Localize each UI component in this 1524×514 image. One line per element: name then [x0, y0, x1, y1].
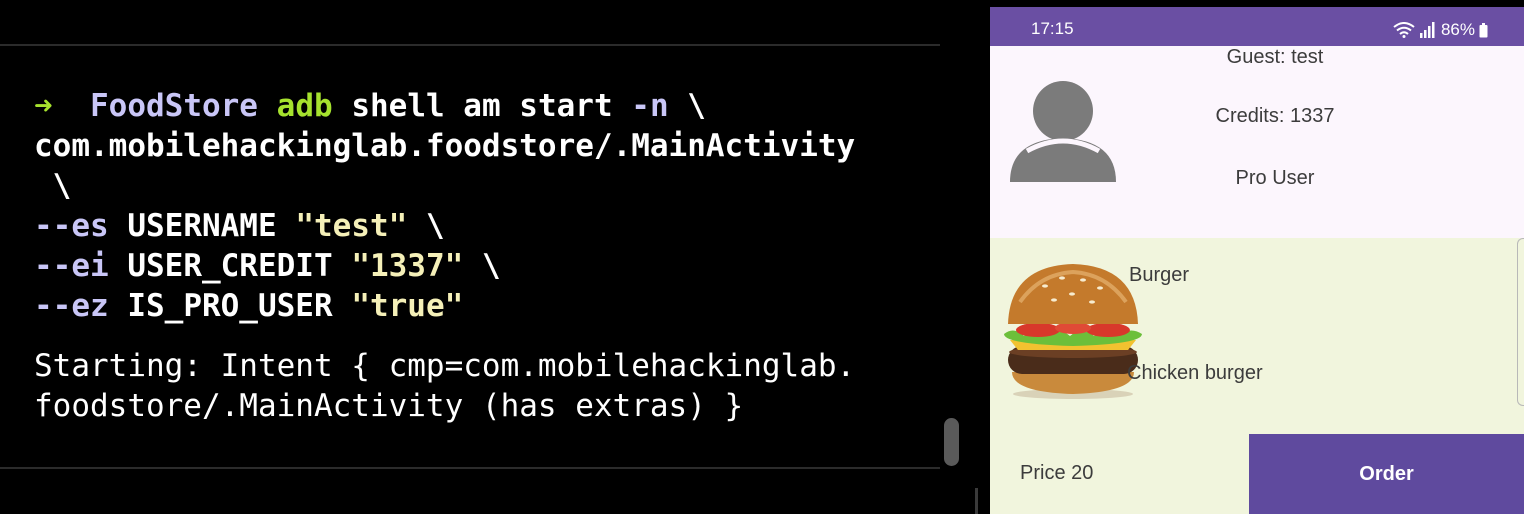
terminal-pane[interactable]: ➜ FoodStore adb shell am start -n \ com.… [0, 0, 963, 514]
extra-flag: --ei [34, 248, 109, 284]
battery-percentage: 86% [1440, 20, 1475, 39]
extra-key: USERNAME [127, 208, 277, 244]
food-list-item[interactable]: Burger Chicken burger [990, 238, 1524, 434]
command-name: adb [276, 88, 333, 124]
prompt-cwd: FoodStore [90, 88, 258, 124]
extra-value: "1337" [351, 248, 464, 284]
command-line-1: ➜ FoodStore adb shell am start -n \ [34, 86, 706, 126]
command-line-5: --ei USER_CREDIT "1337" \ [34, 246, 501, 286]
profile-header: Guest: test Credits: 1337 Pro User [990, 46, 1524, 238]
divider-handle[interactable] [975, 488, 978, 514]
burger-image [1004, 264, 1142, 399]
command-flag-n: -n [631, 88, 669, 124]
avatar-icon [1010, 81, 1116, 182]
command-line-6: --ez IS_PRO_USER "true" [34, 286, 463, 326]
credits-label: Credits: 1337 [1215, 105, 1335, 127]
pane-divider[interactable] [963, 0, 990, 514]
component-name: com.mobilehackinglab.foodstore/.MainActi… [34, 128, 856, 164]
phone-screen: 17:15 86% Guest: test Credits: 1337 Pro … [990, 7, 1524, 514]
status-icons: 86% [1393, 20, 1488, 40]
status-bar: 17:15 86% [990, 7, 1524, 46]
status-time: 17:15 [1031, 19, 1074, 38]
line-continuation: \ [34, 168, 72, 204]
command-line-2: com.mobilehackinglab.foodstore/.MainActi… [34, 126, 855, 166]
terminal-divider-bottom [0, 467, 940, 469]
extra-key: IS_PRO_USER [127, 288, 333, 324]
price-label: Price 20 [1020, 462, 1094, 484]
line-continuation: \ [481, 248, 501, 284]
line-continuation: \ [425, 208, 445, 244]
order-button[interactable]: Order [1249, 434, 1524, 514]
food-name: Burger [1129, 264, 1190, 286]
extra-flag: --ez [34, 288, 109, 324]
food-description: Chicken burger [1127, 362, 1263, 384]
terminal-divider-top [0, 44, 940, 46]
command-line-3: \ [34, 166, 72, 206]
line-continuation: \ [687, 88, 706, 124]
extra-value: "test" [295, 208, 408, 244]
extra-key: USER_CREDIT [127, 248, 333, 284]
extra-flag: --es [34, 208, 109, 244]
prompt-arrow-icon: ➜ [34, 88, 53, 124]
pro-user-label: Pro User [1235, 167, 1315, 189]
guest-label: Guest: test [1226, 46, 1324, 68]
output-line-2: foodstore/.MainActivity (has extras) } [34, 388, 744, 424]
wifi-icon [1393, 22, 1415, 38]
output-line-1: Starting: Intent { cmp=com.mobilehacking… [34, 348, 856, 384]
command-line-4: --es USERNAME "test" \ [34, 206, 445, 246]
terminal-scrollbar[interactable] [944, 418, 959, 466]
command-args: shell am start [351, 88, 613, 124]
extra-value: "true" [351, 288, 464, 324]
signal-icon [1419, 22, 1435, 38]
list-scroll-indicator [1517, 238, 1524, 406]
battery-icon [1479, 22, 1488, 37]
